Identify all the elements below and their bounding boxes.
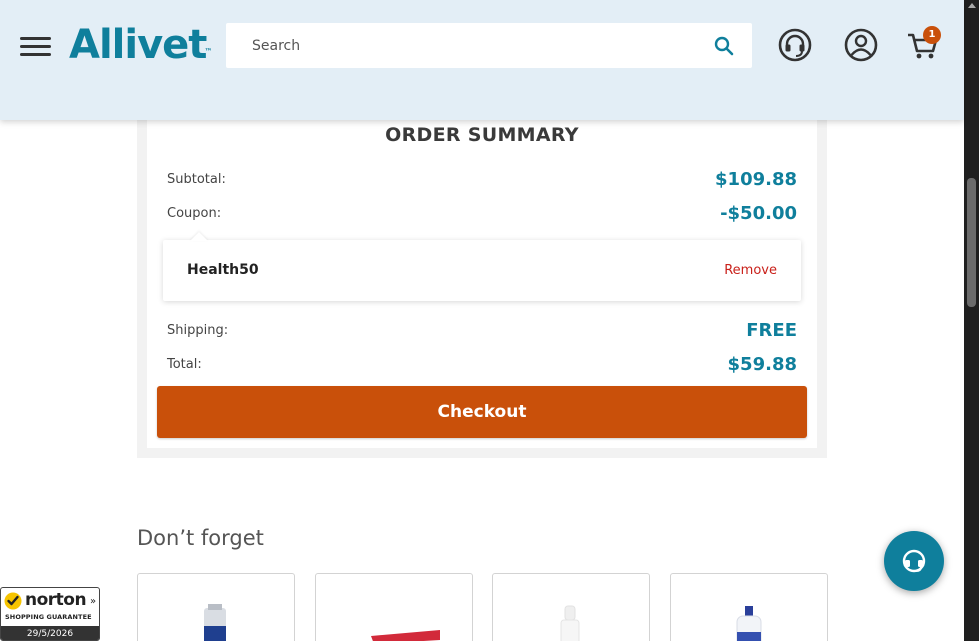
coupon-code: Health50	[187, 262, 259, 278]
shipping-label: Shipping:	[167, 323, 229, 338]
headset-icon	[902, 549, 926, 573]
scroll-up-arrow-icon[interactable]	[968, 3, 976, 8]
total-label: Total:	[167, 357, 202, 372]
menu-icon[interactable]	[20, 37, 52, 59]
subtotal-label: Subtotal:	[167, 172, 226, 187]
product-card[interactable]	[492, 573, 650, 641]
product-card[interactable]	[315, 573, 473, 641]
account-icon[interactable]	[843, 27, 879, 63]
norton-guarantee-text: SHOPPING GUARANTEE	[5, 613, 92, 621]
scrollbar-thumb[interactable]	[967, 178, 976, 307]
norton-seal[interactable]: norton » SHOPPING GUARANTEE 29/5/2026	[0, 587, 100, 641]
checkout-button[interactable]: Checkout	[157, 386, 807, 438]
allivet-logo[interactable]: Allivet ™	[69, 21, 212, 69]
remove-coupon-link[interactable]: Remove	[724, 263, 777, 278]
norton-date: 29/5/2026	[1, 626, 99, 640]
search-bar	[226, 23, 752, 68]
leash-product-image	[371, 630, 440, 641]
dont-forget-heading: Don’t forget	[137, 526, 264, 550]
search-icon[interactable]	[714, 36, 734, 56]
total-value: $59.88	[727, 354, 797, 375]
shampoo-bottle-product-image	[736, 606, 762, 641]
shipping-value: FREE	[746, 320, 797, 341]
norton-checkmark-icon	[4, 592, 22, 610]
norton-brand: norton	[25, 590, 87, 610]
scrollbar[interactable]	[964, 0, 979, 641]
product-card[interactable]	[137, 573, 295, 641]
page: ORDER SUMMARY Subtotal: $109.88 Coupon: …	[0, 0, 979, 641]
chevron-right-icon: »	[90, 596, 97, 607]
search-input[interactable]	[226, 23, 696, 68]
dropper-bottle-product-image	[560, 605, 580, 641]
coupon-value: -$50.00	[720, 203, 797, 224]
subtotal-value: $109.88	[715, 169, 797, 190]
site-header: Allivet ™	[0, 0, 964, 120]
chat-support-button[interactable]	[884, 531, 944, 591]
headset-icon[interactable]	[777, 27, 813, 63]
coupon-label: Coupon:	[167, 206, 222, 221]
order-summary-title: ORDER SUMMARY	[385, 124, 579, 146]
logo-text: Allivet	[69, 22, 207, 68]
spray-bottle-product-image	[204, 604, 226, 641]
logo-trademark: ™	[204, 47, 213, 56]
product-card[interactable]	[670, 573, 828, 641]
coupon-pointer	[190, 232, 208, 241]
cart-count-badge: 1	[923, 26, 941, 44]
